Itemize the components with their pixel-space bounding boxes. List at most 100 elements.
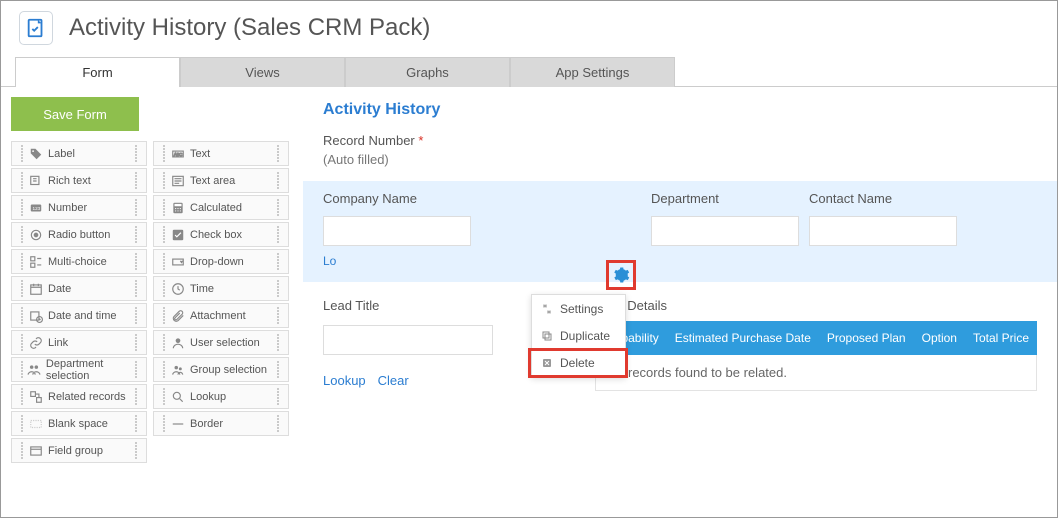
contact-name-input[interactable] <box>809 216 957 246</box>
palette-lookup[interactable]: Lookup <box>153 384 289 409</box>
palette-text[interactable]: ABCText <box>153 141 289 166</box>
radio-button-icon <box>28 227 44 243</box>
record-number-label: Record Number <box>323 133 415 148</box>
time-icon <box>170 281 186 297</box>
palette-user-selection[interactable]: User selection <box>153 330 289 355</box>
blank-space-icon <box>28 416 44 432</box>
form-canvas: Activity History Record Number * (Auto f… <box>303 87 1057 510</box>
tab-views[interactable]: Views <box>180 57 345 87</box>
palette-date-and-time[interactable]: Date and time <box>11 303 147 328</box>
company-name-input[interactable] <box>323 216 471 246</box>
ctx-settings[interactable]: Settings <box>532 295 625 322</box>
field-settings-gear[interactable] <box>606 260 636 290</box>
palette-text-area[interactable]: Text area <box>153 168 289 193</box>
save-form-button[interactable]: Save Form <box>11 97 139 131</box>
lead-details-header: Probability Estimated Purchase Date Prop… <box>595 321 1037 355</box>
lead-title-input[interactable] <box>323 325 493 355</box>
field-palette: LabelRich text123NumberRadio buttonMulti… <box>11 141 293 463</box>
page-title: Activity History (Sales CRM Pack) <box>69 14 430 42</box>
selected-row[interactable]: Company Name Lo Department Contact Name <box>303 181 1057 282</box>
record-number-auto: (Auto filled) <box>323 152 1037 167</box>
text-icon: ABC <box>170 146 186 162</box>
company-name-label: Company Name <box>323 191 513 206</box>
palette-rich-text[interactable]: Rich text <box>11 168 147 193</box>
record-number-field: Record Number * (Auto filled) <box>323 133 1037 167</box>
wrench-icon <box>540 302 554 316</box>
lead-details-field[interactable]: Lead Details Probability Estimated Purch… <box>595 298 1037 391</box>
lookup-button[interactable]: Lookup <box>323 373 366 388</box>
lead-title-field[interactable]: Lead Title Lookup Clear <box>323 298 493 391</box>
duplicate-icon <box>540 329 554 343</box>
user-selection-icon <box>170 335 186 351</box>
palette-date[interactable]: Date <box>11 276 147 301</box>
palette-link[interactable]: Link <box>11 330 147 355</box>
rich-text-icon <box>28 173 44 189</box>
lookup-icon <box>170 389 186 405</box>
drop-down-icon <box>170 254 186 270</box>
number-icon: 123 <box>28 200 44 216</box>
workspace: Save Form LabelRich text123NumberRadio b… <box>1 86 1057 510</box>
col-total-price: Total Price <box>965 331 1037 345</box>
lead-details-empty: No records found to be related. <box>595 355 1037 391</box>
ctx-delete[interactable]: Delete <box>532 349 625 376</box>
palette-calculated[interactable]: Calculated <box>153 195 289 220</box>
delete-icon <box>540 356 554 370</box>
department-label: Department <box>651 191 799 206</box>
tabs: Form Views Graphs App Settings <box>15 57 1057 87</box>
svg-text:123: 123 <box>33 205 41 210</box>
multi-choice-icon <box>28 254 44 270</box>
related-records-icon <box>28 389 44 405</box>
contact-name-label: Contact Name <box>809 191 957 206</box>
palette-multi-choice[interactable]: Multi-choice <box>11 249 147 274</box>
svg-text:ABC: ABC <box>174 151 182 156</box>
clear-button[interactable]: Clear <box>378 373 409 388</box>
lead-title-label: Lead Title <box>323 298 493 313</box>
palette-radio-button[interactable]: Radio button <box>11 222 147 247</box>
palette-blank-space[interactable]: Blank space <box>11 411 147 436</box>
palette-attachment[interactable]: Attachment <box>153 303 289 328</box>
date-and-time-icon <box>28 308 44 324</box>
palette-related-records[interactable]: Related records <box>11 384 147 409</box>
department-selection-icon <box>27 362 42 378</box>
palette-number[interactable]: 123Number <box>11 195 147 220</box>
form-title: Activity History <box>323 101 1037 119</box>
row-lead: Lead Title Lookup Clear Lead Details Pro… <box>323 298 1037 391</box>
palette-drop-down[interactable]: Drop-down <box>153 249 289 274</box>
tab-app-settings[interactable]: App Settings <box>510 57 675 87</box>
group-selection-icon <box>170 362 186 378</box>
col-est-purchase-date: Estimated Purchase Date <box>667 331 819 345</box>
department-field[interactable]: Department <box>651 191 799 268</box>
palette-field-group[interactable]: Field group <box>11 438 147 463</box>
check-box-icon <box>170 227 186 243</box>
field-group-icon <box>28 443 44 459</box>
company-lookup-truncated[interactable]: Lo <box>323 254 513 268</box>
department-input[interactable] <box>651 216 799 246</box>
sidebar: Save Form LabelRich text123NumberRadio b… <box>1 87 303 510</box>
palette-label[interactable]: Label <box>11 141 147 166</box>
tab-form[interactable]: Form <box>15 57 180 87</box>
col-option: Option <box>914 331 965 345</box>
link-icon <box>28 335 44 351</box>
calculated-icon <box>170 200 186 216</box>
palette-border[interactable]: Border <box>153 411 289 436</box>
text-area-icon <box>170 173 186 189</box>
company-name-field[interactable]: Company Name Lo <box>323 191 513 268</box>
tab-graphs[interactable]: Graphs <box>345 57 510 87</box>
palette-group-selection[interactable]: Group selection <box>153 357 289 382</box>
field-context-menu: Settings Duplicate Delete <box>531 294 626 377</box>
palette-check-box[interactable]: Check box <box>153 222 289 247</box>
col-proposed-plan: Proposed Plan <box>819 331 914 345</box>
attachment-icon <box>170 308 186 324</box>
contact-name-field[interactable]: Contact Name <box>809 191 957 268</box>
gear-icon <box>612 266 630 284</box>
border-icon <box>170 416 186 432</box>
palette-department-selection[interactable]: Department selection <box>11 357 147 382</box>
lead-details-label: Lead Details <box>595 298 1037 313</box>
label-icon <box>28 146 44 162</box>
header: Activity History (Sales CRM Pack) <box>1 1 1057 51</box>
palette-time[interactable]: Time <box>153 276 289 301</box>
required-marker: * <box>418 133 423 148</box>
date-icon <box>28 281 44 297</box>
ctx-duplicate[interactable]: Duplicate <box>532 322 625 349</box>
app-icon <box>19 11 53 45</box>
